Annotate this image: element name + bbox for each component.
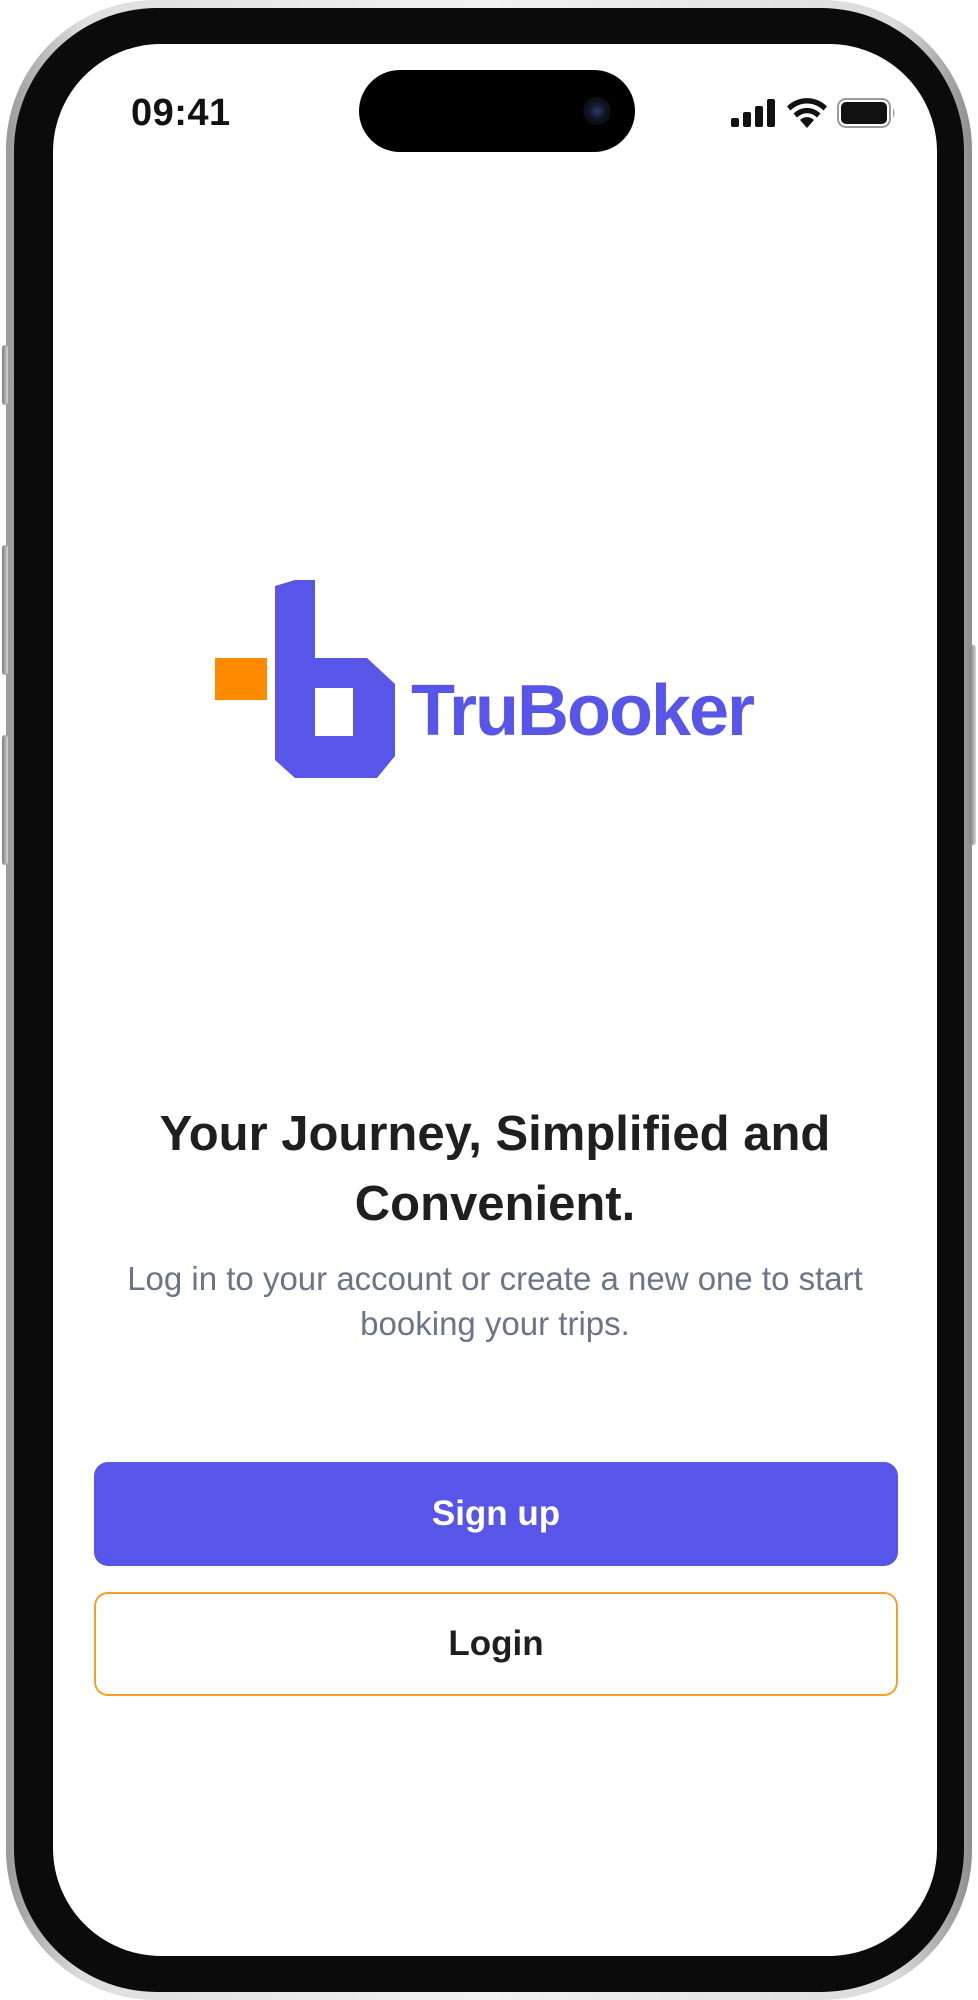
trubooker-logo: TruBooker [215, 580, 775, 780]
signup-button[interactable]: Sign up [94, 1462, 898, 1566]
phone-frame: 09:41 TruBooker Your Journey, Simplified… [2, 0, 976, 2000]
power-button [970, 645, 976, 845]
login-button[interactable]: Login [94, 1592, 898, 1696]
cellular-signal-icon [731, 99, 775, 127]
action-button [2, 345, 8, 405]
wifi-icon [787, 98, 827, 128]
status-icons [731, 96, 897, 130]
app-screen: 09:41 TruBooker Your Journey, Simplified… [53, 44, 937, 1956]
dynamic-island [359, 70, 635, 152]
brand-name: TruBooker [411, 671, 755, 751]
volume-up-button [2, 545, 8, 675]
page-title: Your Journey, Simplified and Convenient. [159, 1107, 831, 1231]
front-camera-icon [583, 97, 611, 125]
battery-icon [837, 98, 895, 128]
trubooker-mark-icon [215, 580, 395, 778]
page-description: Log in to your account or create a new o… [127, 1260, 863, 1342]
volume-down-button [2, 735, 8, 865]
status-time: 09:41 [131, 92, 231, 134]
